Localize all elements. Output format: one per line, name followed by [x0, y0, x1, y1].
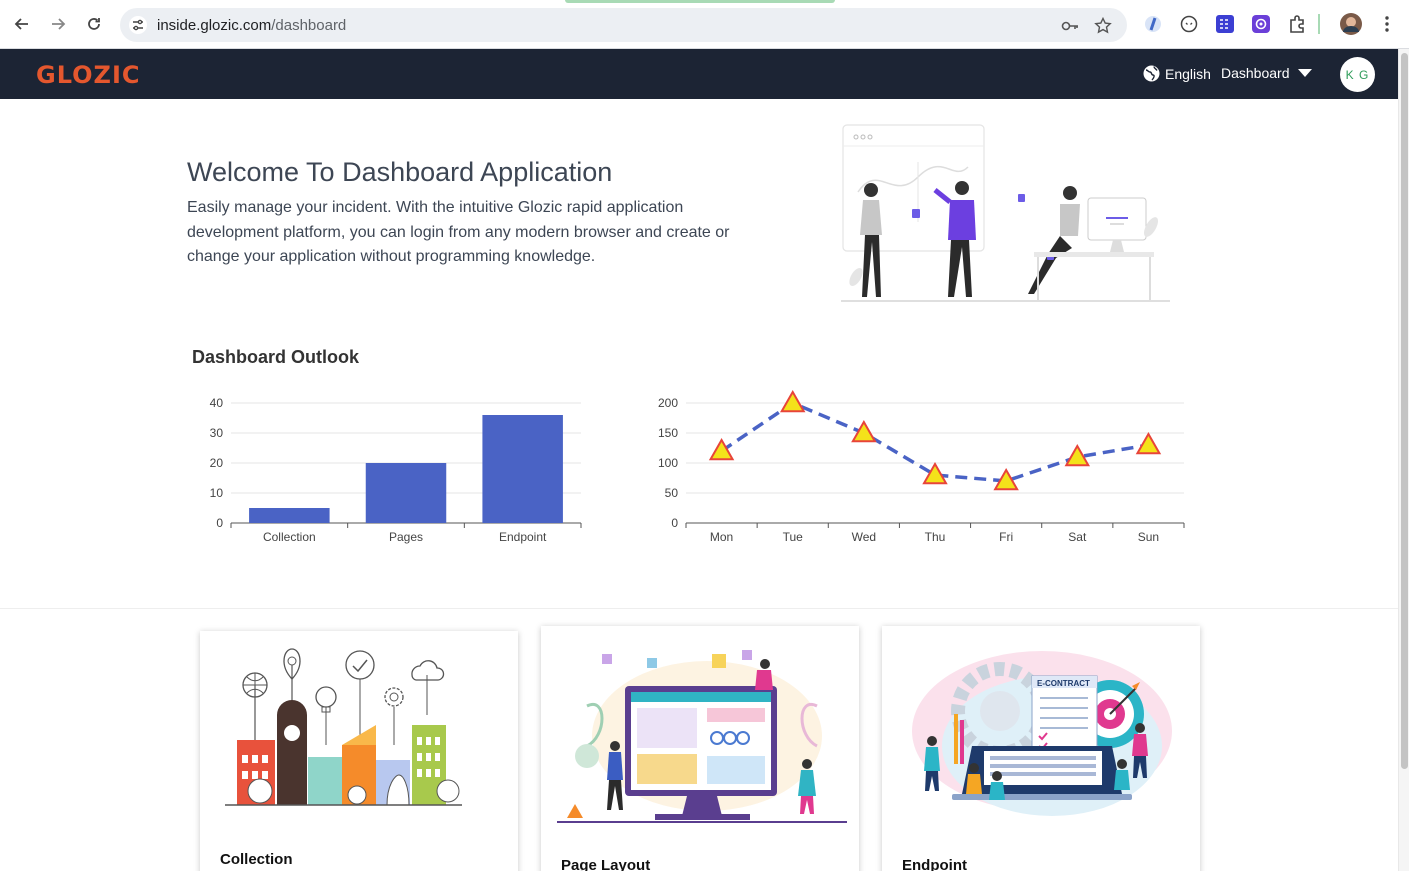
url-text: inside.glozic.com/dashboard [157, 17, 346, 34]
address-bar[interactable]: inside.glozic.com/dashboard [120, 8, 1127, 42]
site-settings-icon[interactable] [128, 15, 148, 35]
language-label: English [1165, 65, 1211, 82]
profile-avatar-icon[interactable] [1339, 12, 1363, 36]
page-scrollbar[interactable] [1398, 49, 1409, 871]
extension-compass-icon[interactable] [1142, 13, 1164, 35]
point-mon [708, 437, 735, 461]
welcome-text: Easily manage your incident. With the in… [187, 199, 730, 265]
x-tick-label: Thu [925, 530, 946, 544]
back-icon[interactable] [9, 11, 35, 37]
extension-face-icon[interactable] [1178, 13, 1200, 35]
x-tick-label: Fri [999, 530, 1013, 544]
app-header: GLOZIC English Dashboard K G [0, 49, 1398, 99]
user-avatar[interactable]: K G [1340, 57, 1375, 92]
point-tue [779, 389, 806, 413]
caret-down-icon [1297, 68, 1312, 77]
y-tick-label: 10 [210, 486, 224, 500]
globe-icon [1143, 65, 1160, 82]
y-tick-label: 30 [210, 426, 224, 440]
welcome-title: Welcome To Dashboard Application [187, 157, 613, 187]
forward-icon[interactable] [45, 11, 71, 37]
bar-chart: 0 10 20 30 40 Collection Pages Endpoint [210, 396, 582, 544]
extension-grid-icon[interactable] [1214, 13, 1236, 35]
page-layout-illustration [557, 650, 847, 823]
x-tick-label: Sat [1068, 530, 1087, 544]
key-icon[interactable] [1059, 15, 1081, 37]
dashboard-outlook-title: Dashboard Outlook [192, 347, 360, 367]
endpoint-card[interactable]: E-CONTRACT Endpoint [882, 626, 1200, 871]
x-tick-label: Mon [710, 530, 733, 544]
x-tick-label: Endpoint [499, 530, 547, 544]
x-tick-label: Sun [1138, 530, 1159, 544]
tab-indicator [565, 0, 835, 3]
e-contract-illustration: E-CONTRACT [912, 651, 1172, 816]
star-icon[interactable] [1092, 15, 1114, 37]
scrollbar-thumb[interactable] [1401, 53, 1408, 769]
bar-pages [365, 463, 447, 523]
point-thu [922, 461, 948, 485]
language-selector[interactable]: English [1143, 65, 1211, 82]
url-host: inside.glozic.com [157, 17, 272, 34]
y-tick-label: 0 [671, 516, 678, 530]
section-divider [0, 608, 1398, 609]
y-tick-label: 200 [658, 396, 678, 410]
toolbar-divider [1318, 14, 1320, 34]
y-tick-label: 50 [665, 486, 679, 500]
collection-card[interactable]: Collection [200, 631, 518, 871]
menu-kebab-icon[interactable] [1376, 13, 1398, 35]
browser-toolbar: inside.glozic.com/dashboard [0, 0, 1409, 49]
url-path: /dashboard [271, 17, 347, 34]
bar-collection [249, 508, 330, 523]
e-contract-label: E-CONTRACT [1037, 679, 1090, 688]
y-tick-label: 150 [658, 426, 678, 440]
x-tick-label: Collection [263, 530, 316, 544]
dashboard-menu[interactable]: Dashboard [1221, 65, 1312, 81]
bar-endpoint [482, 415, 563, 523]
y-tick-label: 100 [658, 456, 678, 470]
reload-icon[interactable] [81, 11, 107, 37]
card-title-collection: Collection [220, 851, 293, 868]
point-sun [1135, 431, 1162, 455]
y-tick-label: 20 [210, 456, 224, 470]
team-whiteboard-illustration [841, 124, 1170, 302]
x-tick-label: Tue [783, 530, 804, 544]
card-title-page-layout: Page Layout [561, 857, 651, 871]
extensions-puzzle-icon[interactable] [1286, 13, 1308, 35]
y-tick-label: 40 [210, 396, 224, 410]
y-tick-label: 0 [216, 516, 223, 530]
page-layout-card[interactable]: Page Layout [541, 626, 859, 871]
card-title-endpoint: Endpoint [902, 857, 967, 871]
x-tick-label: Pages [389, 530, 423, 544]
city-illustration [225, 648, 462, 806]
glozic-logo[interactable]: GLOZIC [36, 61, 140, 89]
dashboard-menu-label: Dashboard [1221, 65, 1290, 81]
line-chart: 0 50 100 150 200 Mon Tue Wed Thu Fri Sat Sun [658, 389, 1185, 544]
extension-target-icon[interactable] [1250, 13, 1272, 35]
x-tick-label: Wed [852, 530, 876, 544]
